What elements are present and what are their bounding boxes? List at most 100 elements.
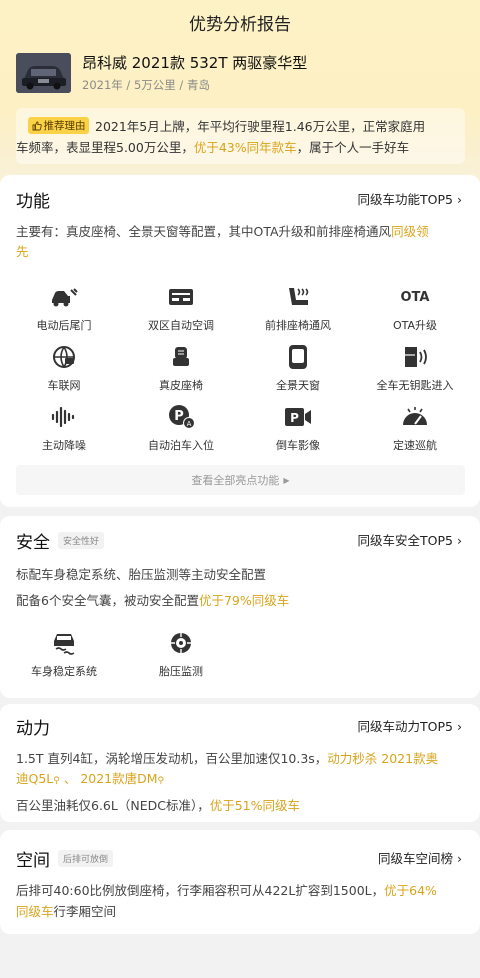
view-all-features-label: 查看全部亮点功能 — [191, 474, 280, 487]
safety-desc-line-2: 配备6个安全气囊，被动安全配置优于79%同级车 — [16, 590, 289, 609]
tire-pressure-icon — [126, 631, 236, 655]
safety-label: 车身稳定系统 — [31, 665, 97, 678]
safety-item[interactable]: 车身稳定系统 — [9, 631, 119, 679]
feature-item[interactable]: 定速巡航 — [360, 405, 470, 453]
power-desc-line-3: 百公里油耗仅6.6L（NEDC标准），优于51%同级车 — [16, 795, 300, 814]
compare-link-q5l[interactable]: 迪Q5L — [16, 771, 53, 786]
stability-control-icon — [9, 631, 119, 655]
features-card: 功能 同级车功能TOP5 › 主要有：真皮座椅、全景天窗等配置，其中OTA升级和… — [0, 175, 480, 507]
safety-highlight: 优于79%同级车 — [198, 593, 290, 608]
space-rank-link[interactable]: 同级车空间榜 › — [378, 848, 462, 867]
space-title: 空间 — [16, 851, 50, 871]
space-desc-line-1: 后排可40:60比例放倒座椅，行李厢容积可从422L扩容到1500L，优于64% — [16, 880, 437, 899]
space-desc-text: 后排可40:60比例放倒座椅，行李厢容积可从422L扩容到1500L， — [16, 883, 385, 898]
ota-icon: OTA — [360, 285, 470, 309]
power-highlight[interactable]: 动力秒杀 2021款奥 — [327, 751, 438, 766]
features-desc-text: 主要有：真皮座椅、全景天窗等配置，其中OTA升级和前排座椅通风 — [16, 224, 392, 239]
feature-item[interactable]: 前排座椅通风 — [243, 285, 353, 333]
thumbs-up-icon — [32, 120, 42, 130]
power-desc-text: 1.5T 直列4缸，涡轮增压发动机，百公里加速仅10.3s， — [16, 751, 328, 766]
cruise-control-icon — [360, 405, 470, 429]
dual-zone-ac-icon — [126, 285, 236, 309]
features-desc-highlight: 同级领 — [391, 224, 429, 239]
feature-item[interactable]: 主动降噪 — [9, 405, 119, 453]
reason-highlight: 优于43%同年款车 — [193, 140, 297, 155]
chevron-right-icon: › — [457, 851, 462, 866]
seat-ventilation-icon — [243, 285, 353, 309]
feature-label: 自动泊车入位 — [148, 439, 214, 452]
compare-link-tang[interactable]: 2021款唐DM — [80, 771, 157, 786]
feature-label: 双区自动空调 — [148, 319, 214, 332]
connected-car-icon — [9, 345, 119, 369]
reverse-camera-icon: P — [243, 405, 353, 429]
svg-text:A: A — [187, 420, 192, 428]
safety-desc-line-1: 标配车身稳定系统、胎压监测等主动安全配置 — [16, 567, 267, 582]
features-desc-highlight-2: 先 — [16, 244, 29, 259]
safety-desc-text: 配备6个安全气囊，被动安全配置 — [16, 593, 199, 608]
car-thumbnail[interactable] — [16, 53, 71, 93]
safety-label: 胎压监测 — [159, 665, 203, 678]
features-title: 功能 — [16, 192, 50, 212]
car-name: 昂科威 2021款 532T 两驱豪华型 — [82, 54, 308, 72]
space-desc-text-end: 行李厢空间 — [53, 904, 117, 919]
power-top5-link[interactable]: 同级车动力TOP5 › — [358, 716, 462, 735]
feature-item[interactable]: PA 自动泊车入位 — [126, 405, 236, 453]
safety-top5-link[interactable]: 同级车安全TOP5 › — [358, 530, 462, 549]
power-top5-label: 同级车动力TOP5 — [357, 719, 454, 734]
power-desc-text: 百公里油耗仅6.6L（NEDC标准）， — [16, 798, 210, 813]
reason-line-2: 车频率，表显里程5.00万公里，优于43%同年款车，属于个人一手好车 — [16, 137, 409, 156]
reason-line-1: 2021年5月上牌，年平均行驶里程1.46万公里，正常家庭用 — [95, 119, 426, 134]
reason-text-end: ，属于个人一手好车 — [296, 140, 410, 155]
space-rank-label: 同级车空间榜 — [378, 851, 454, 866]
feature-item[interactable]: 全景天窗 — [243, 345, 353, 393]
view-all-features-button[interactable]: 查看全部亮点功能 ▶ — [16, 465, 465, 495]
feature-item[interactable]: 车联网 — [9, 345, 119, 393]
feature-label: 全车无钥匙进入 — [376, 379, 454, 392]
feature-label: 主动降噪 — [42, 439, 86, 452]
safety-title: 安全 — [16, 533, 50, 553]
feature-item[interactable]: P 倒车影像 — [243, 405, 353, 453]
feature-label: 前排座椅通风 — [265, 319, 331, 332]
car-meta: 2021年 / 5万公里 / 青岛 — [82, 78, 210, 92]
feature-label: 倒车影像 — [276, 439, 320, 452]
feature-label: 电动后尾门 — [36, 319, 92, 332]
safety-top5-label: 同级车安全TOP5 — [357, 533, 454, 548]
reason-text: 车频率，表显里程5.00万公里， — [16, 140, 194, 155]
features-desc-line-1: 主要有：真皮座椅、全景天窗等配置，其中OTA升级和前排座椅通风同级领 — [16, 221, 429, 240]
bottom-spacer — [0, 942, 480, 978]
feature-item[interactable]: 全车无钥匙进入 — [360, 345, 470, 393]
features-top5-link[interactable]: 同级车功能TOP5 › — [358, 189, 462, 208]
safety-card: 安全 安全性好 同级车安全TOP5 › 标配车身稳定系统、胎压监测等主动安全配置… — [0, 516, 480, 698]
feature-label: 车联网 — [47, 379, 81, 392]
triangle-right-icon: ▶ — [283, 475, 290, 485]
power-tailgate-icon — [9, 285, 119, 309]
power-desc-line-1: 1.5T 直列4缸，涡轮增压发动机，百公里加速仅10.3s，动力秒杀 2021款… — [16, 748, 438, 767]
feature-item[interactable]: 电动后尾门 — [9, 285, 119, 333]
feature-label: 真皮座椅 — [159, 379, 203, 392]
space-highlight-2: 同级车 — [16, 904, 54, 919]
feature-item[interactable]: 真皮座椅 — [126, 345, 236, 393]
power-desc-line-2: 迪Q5L⚲ 、 2021款唐DM⚲ — [16, 768, 164, 787]
safety-badge: 安全性好 — [58, 532, 105, 549]
page-title: 优势分析报告 — [189, 15, 291, 35]
space-desc-line-2: 同级车行李厢空间 — [16, 901, 116, 920]
space-card: 空间 后排可放倒 同级车空间榜 › 后排可40:60比例放倒座椅，行李厢容积可从… — [0, 830, 480, 934]
safety-item[interactable]: 胎压监测 — [126, 631, 236, 679]
chevron-right-icon: › — [457, 719, 462, 734]
compare-separator: 、 — [59, 771, 81, 786]
auto-parking-icon: PA — [126, 405, 236, 429]
search-icon: ⚲ — [157, 776, 165, 786]
panoramic-sunroof-icon — [243, 345, 353, 369]
features-desc-line-2: 先 — [16, 241, 29, 260]
features-top5-label: 同级车功能TOP5 — [357, 192, 454, 207]
noise-cancel-icon — [9, 405, 119, 429]
feature-label: 定速巡航 — [393, 439, 437, 452]
recommend-tag: 推荐理由 — [28, 117, 89, 134]
feature-label: 全景天窗 — [276, 379, 320, 392]
keyless-entry-icon — [360, 345, 470, 369]
recommend-tag-label: 推荐理由 — [43, 120, 86, 132]
feature-item[interactable]: 双区自动空调 — [126, 285, 236, 333]
svg-text:P: P — [290, 411, 299, 425]
space-badge: 后排可放倒 — [58, 850, 114, 867]
feature-item[interactable]: OTA OTA升级 — [360, 285, 470, 333]
